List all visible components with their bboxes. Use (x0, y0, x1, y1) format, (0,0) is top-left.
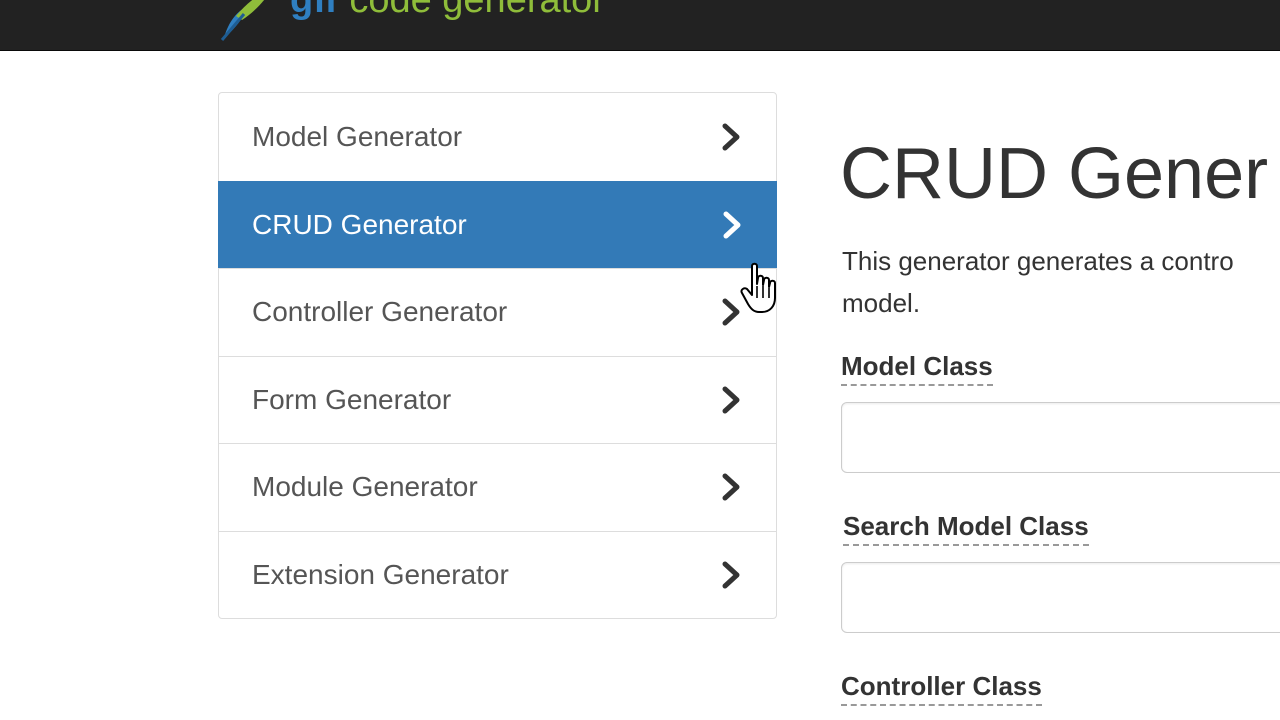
chevron-right-icon (723, 211, 741, 239)
brand-title[interactable]: gii code generator (290, 0, 605, 22)
page-title: CRUD Gener (840, 134, 1269, 214)
sidebar-item-extension-generator[interactable]: Extension Generator (219, 530, 776, 619)
model-class-input[interactable] (841, 402, 1280, 473)
chevron-right-icon (722, 386, 740, 414)
hand-pointer-icon (740, 262, 776, 313)
chevron-right-icon (722, 298, 740, 326)
sidebar-item-label: Form Generator (252, 383, 452, 415)
search-model-class-input[interactable] (841, 562, 1280, 633)
sidebar-item-controller-generator[interactable]: Controller Generator (219, 268, 776, 356)
quill-icon[interactable] (214, 0, 274, 42)
chevron-right-icon (722, 473, 740, 501)
sidebar-item-label: CRUD Generator (252, 208, 467, 240)
search-model-class-label[interactable]: Search Model Class (843, 511, 1089, 546)
chevron-right-icon (722, 561, 740, 589)
sidebar-item-crud-generator[interactable]: CRUD Generator (218, 180, 777, 268)
sidebar-item-label: Extension Generator (252, 558, 509, 590)
sidebar-item-label: Module Generator (252, 471, 478, 503)
top-navbar: gii code generator (0, 0, 1280, 51)
model-class-label[interactable]: Model Class (841, 351, 993, 386)
sidebar-item-label: Controller Generator (252, 296, 508, 328)
brand-primary: gii (290, 0, 338, 21)
sidebar-item-model-generator[interactable]: Model Generator (219, 93, 776, 181)
chevron-right-icon (722, 123, 740, 151)
controller-class-label[interactable]: Controller Class (841, 671, 1042, 706)
brand-secondary: code generator (349, 0, 605, 21)
sidebar-item-form-generator[interactable]: Form Generator (219, 355, 776, 444)
page-description: This generator generates a contro model. (842, 246, 1234, 318)
generator-nav: Model Generator CRUD Generator Controlle… (218, 92, 777, 619)
sidebar-item-module-generator[interactable]: Module Generator (219, 443, 776, 531)
sidebar-item-label: Model Generator (252, 120, 463, 152)
